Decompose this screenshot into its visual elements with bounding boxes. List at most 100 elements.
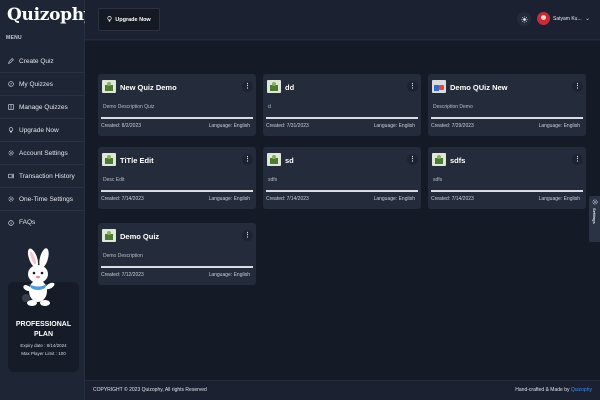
quiz-thumbnail xyxy=(267,80,281,93)
quiz-description: Demo Description xyxy=(103,253,143,259)
divider xyxy=(266,117,418,119)
more-options-icon[interactable]: ⋮ xyxy=(242,154,253,165)
sidebar-item-account-settings[interactable]: Account Settings xyxy=(0,142,85,165)
quiz-title[interactable]: Demo QUiz New xyxy=(450,83,508,92)
user-name[interactable]: Satyam Ku... xyxy=(553,16,582,22)
bunny-mascot-icon xyxy=(22,248,55,306)
quiz-created-date: Created: 7/12/2023 xyxy=(101,272,144,278)
grid-icon xyxy=(8,104,14,110)
quiz-language: Language: English xyxy=(208,272,250,278)
menu-label: MENU xyxy=(6,35,22,41)
quiz-language: Language: English xyxy=(373,123,415,129)
sidebar-item-label: Transaction History xyxy=(19,172,75,180)
sidebar-item-label: One-Time Settings xyxy=(19,195,73,203)
more-options-icon[interactable]: ⋮ xyxy=(242,230,253,241)
quiz-language: Language: English xyxy=(538,196,580,202)
more-options-icon[interactable]: ⋮ xyxy=(407,81,418,92)
quiz-language: Language: English xyxy=(208,123,250,129)
quiz-description: d xyxy=(268,104,271,110)
sidebar-item-one-time-settings[interactable]: One-Time Settings xyxy=(0,188,85,211)
quiz-description: Demo Description Quiz xyxy=(103,104,155,110)
quiz-language: Language: English xyxy=(208,196,250,202)
gear-icon xyxy=(8,150,14,156)
sidebar-item-transaction-history[interactable]: Transaction History xyxy=(0,165,85,188)
quiz-thumbnail xyxy=(432,80,446,93)
quiz-description: sdfs xyxy=(433,177,443,183)
settings-tab-label: Settings xyxy=(592,208,597,224)
top-header: Upgrade Now Satyam Ku... ⌄ xyxy=(85,0,600,40)
quiz-card[interactable]: sd ⋮ sdfs Created: 7/14/2023 Language: E… xyxy=(263,147,421,209)
plan-max-players: Max Player Limit : 100 xyxy=(21,351,66,356)
sidebar-item-my-quizzes[interactable]: ? My Quizzes xyxy=(0,73,85,96)
quiz-title[interactable]: New Quiz Demo xyxy=(120,83,177,92)
quiz-created-date: Created: 8/2/2023 xyxy=(101,123,142,129)
sidebar-item-upgrade-now[interactable]: Upgrade Now xyxy=(0,119,85,142)
bulb-icon xyxy=(8,127,14,133)
more-options-icon[interactable]: ⋮ xyxy=(407,154,418,165)
sidebar-item-label: Upgrade Now xyxy=(19,126,59,134)
quiz-thumbnail xyxy=(102,80,116,93)
quiz-title[interactable]: TiTle Edit xyxy=(120,156,154,165)
divider xyxy=(266,190,418,192)
quiz-card[interactable]: sdfs ⋮ sdfs Created: 7/14/2023 Language:… xyxy=(428,147,586,209)
theme-toggle-button[interactable] xyxy=(517,12,531,26)
upgrade-now-label: Upgrade Now xyxy=(115,16,151,23)
quiz-title[interactable]: sdfs xyxy=(450,156,465,165)
quiz-card[interactable]: TiTle Edit ⋮ Desc Edit Created: 7/14/202… xyxy=(98,147,256,209)
user-avatar[interactable] xyxy=(537,12,550,25)
quiz-description: Description Demo xyxy=(433,104,473,110)
quiz-card[interactable]: New Quiz Demo ⋮ Demo Description Quiz Cr… xyxy=(98,74,256,136)
quiz-created-date: Created: 7/14/2023 xyxy=(431,196,474,202)
sun-icon xyxy=(520,15,528,23)
quiz-thumbnail xyxy=(267,153,281,166)
quizophy-link[interactable]: Quizophy xyxy=(571,387,592,393)
bulb-icon xyxy=(107,15,112,24)
quiz-grid: New Quiz Demo ⋮ Demo Description Quiz Cr… xyxy=(85,41,600,380)
settings-side-tab[interactable]: Settings xyxy=(589,196,600,242)
sidebar-item-label: Create Quiz xyxy=(19,57,54,65)
quiz-created-date: Created: 7/31/2023 xyxy=(266,123,309,129)
quiz-description: sdfs xyxy=(268,177,278,183)
quiz-created-date: Created: 7/29/2023 xyxy=(431,123,474,129)
gear-icon xyxy=(592,199,597,205)
sidebar-nav: Create Quiz ? My Quizzes Manage Quizzes … xyxy=(0,50,85,234)
more-options-icon[interactable]: ⋮ xyxy=(242,81,253,92)
quiz-thumbnail xyxy=(102,153,116,166)
quiz-created-date: Created: 7/14/2023 xyxy=(266,196,309,202)
pencil-icon xyxy=(8,58,14,64)
wallet-icon xyxy=(8,173,14,179)
divider xyxy=(101,266,253,268)
plan-title: PROFESSIONAL PLAN xyxy=(15,321,72,338)
quiz-title[interactable]: Demo Quiz xyxy=(120,232,159,241)
sidebar-item-label: Account Settings xyxy=(19,149,68,157)
copyright-text: COPYRIGHT © 2023 Quizophy, All rights Re… xyxy=(93,387,207,393)
quiz-language: Language: English xyxy=(538,123,580,129)
more-options-icon[interactable]: ⋮ xyxy=(572,154,583,165)
quiz-card[interactable]: Demo Quiz ⋮ Demo Description Created: 7/… xyxy=(98,223,256,285)
more-options-icon[interactable]: ⋮ xyxy=(572,81,583,92)
quiz-title[interactable]: sd xyxy=(285,156,294,165)
svg-text:?: ? xyxy=(10,83,12,87)
quiz-created-date: Created: 7/14/2023 xyxy=(101,196,144,202)
sidebar: QuizophyTM MENU Create Quiz ? My Quizzes… xyxy=(0,0,101,400)
quiz-card[interactable]: Demo QUiz New ⋮ Description Demo Created… xyxy=(428,74,586,136)
divider xyxy=(431,190,583,192)
sidebar-item-faqs[interactable]: FAQs xyxy=(0,211,85,234)
quiz-thumbnail xyxy=(102,229,116,242)
sidebar-item-manage-quizzes[interactable]: Manage Quizzes xyxy=(0,96,85,119)
sidebar-item-label: My Quizzes xyxy=(19,80,53,88)
sidebar-item-create-quiz[interactable]: Create Quiz xyxy=(0,50,85,73)
quiz-title[interactable]: dd xyxy=(285,83,294,92)
sidebar-item-label: FAQs xyxy=(19,219,36,226)
info-icon xyxy=(8,219,14,226)
upgrade-now-button[interactable]: Upgrade Now xyxy=(98,8,160,31)
quiz-language: Language: English xyxy=(373,196,415,202)
quiz-icon: ? xyxy=(8,81,14,87)
quiz-thumbnail xyxy=(432,153,446,166)
made-by-text: Hand-crafted & Made by Quizophy xyxy=(515,387,592,393)
chevron-down-icon[interactable]: ⌄ xyxy=(585,15,590,22)
divider xyxy=(431,117,583,119)
quiz-description: Desc Edit xyxy=(103,177,125,183)
quiz-card[interactable]: dd ⋮ d Created: 7/31/2023 Language: Engl… xyxy=(263,74,421,136)
gear-icon xyxy=(8,196,14,202)
